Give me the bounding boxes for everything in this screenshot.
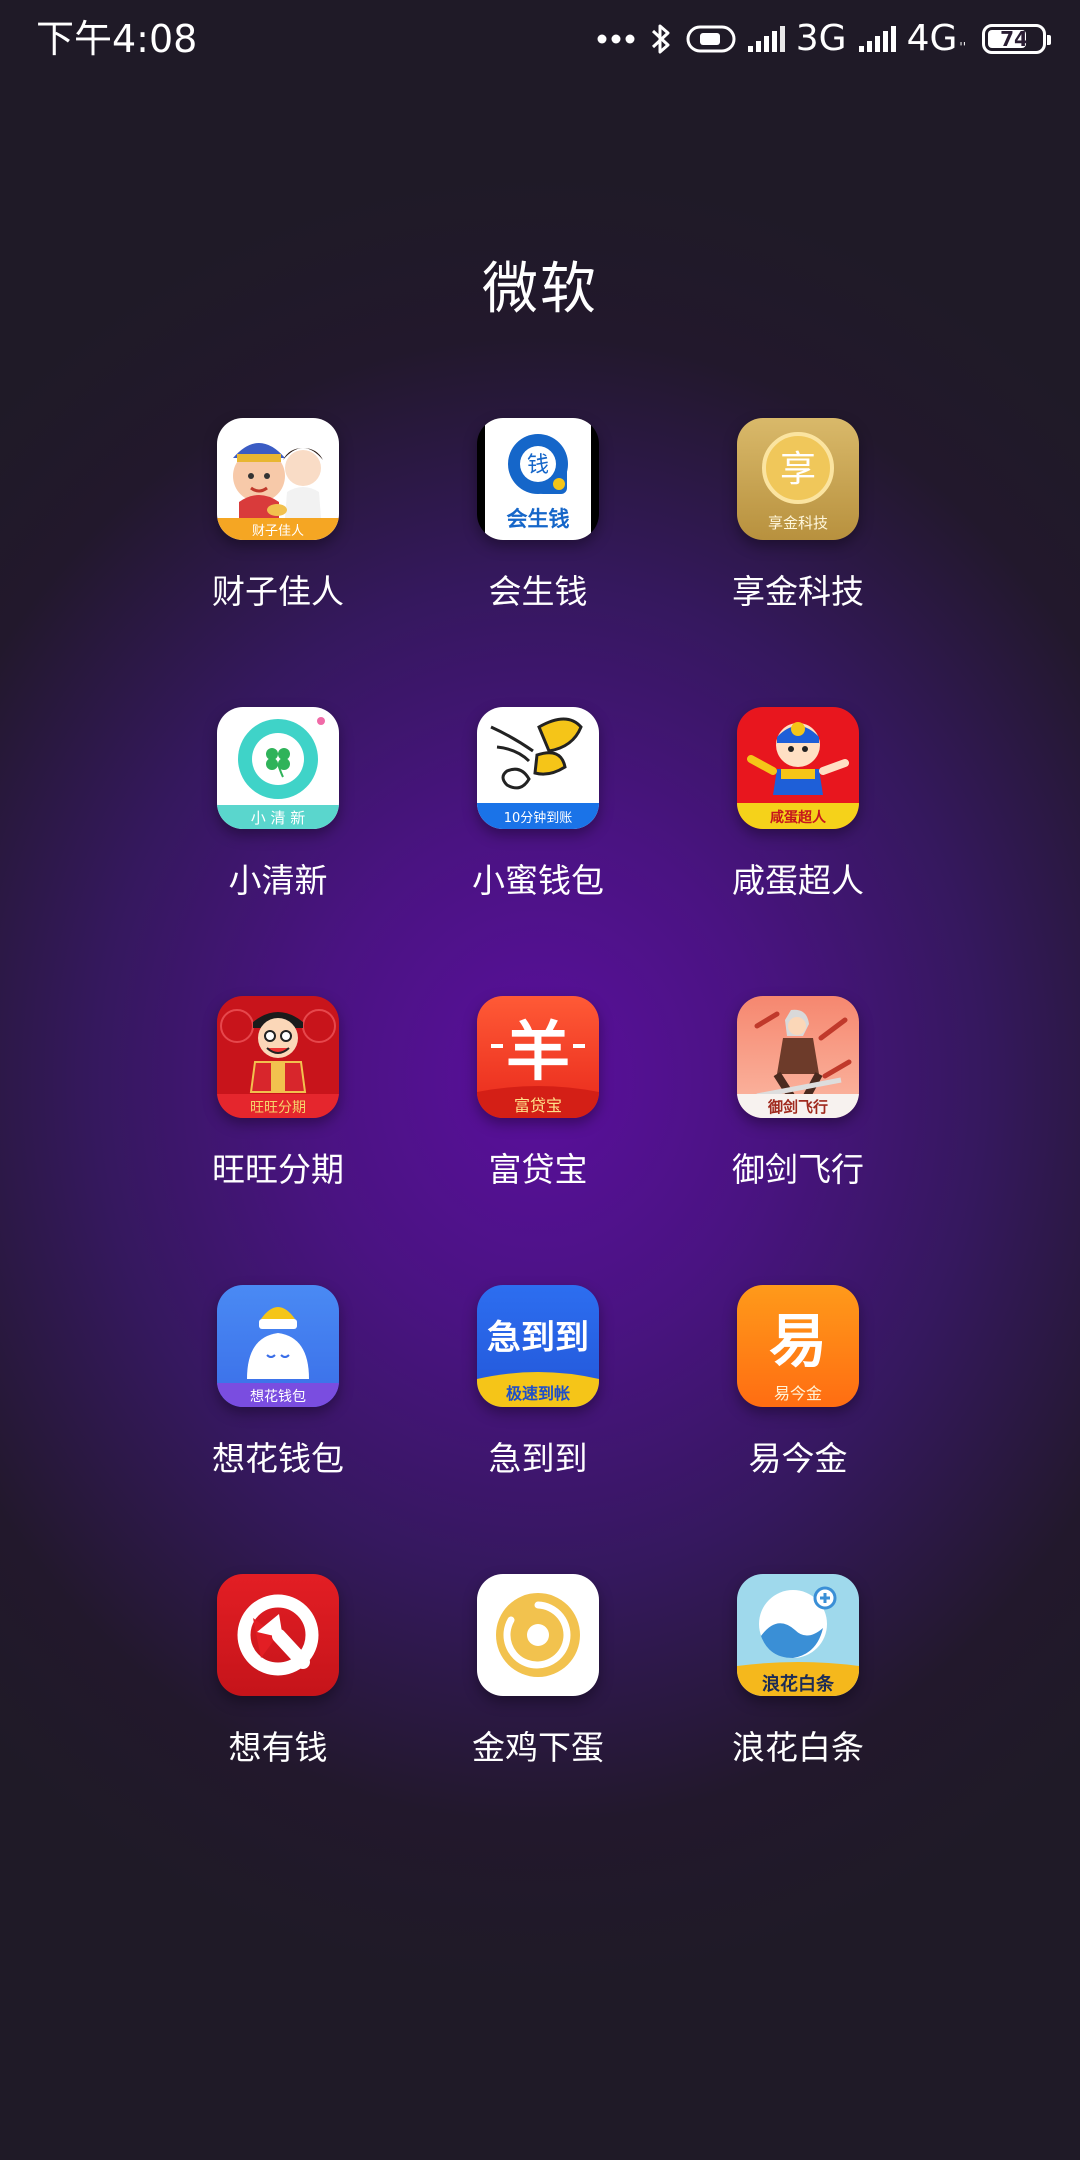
toggle-icon xyxy=(686,25,736,53)
battery-level-text: 74 xyxy=(1000,27,1028,51)
wangwang-fenqi-icon-text: 旺旺分期 xyxy=(250,1100,306,1116)
xiaomi-qianbao-app-icon[interactable]: 10分钟到账 xyxy=(477,707,599,829)
xiangjin-icon-text: 享金科技 xyxy=(768,514,828,532)
caizi-jiaren-app-icon[interactable]: 财子佳人 xyxy=(217,418,339,540)
jidaodao-icon-text: 急到到 xyxy=(487,1318,589,1358)
fudaibao-app-icon[interactable]: 羊 富贷宝 xyxy=(477,996,599,1118)
app-label: 想花钱包 xyxy=(212,1439,344,1478)
yijinjin-app-icon[interactable]: 易 易今金 xyxy=(737,1285,859,1407)
app-yijinjin[interactable]: 易 易今金 易今金 xyxy=(668,1285,928,1574)
jinji-xiadan-app-icon[interactable] xyxy=(477,1574,599,1696)
app-fudaibao[interactable]: 羊 富贷宝 富贷宝 xyxy=(408,996,668,1285)
huishengqian-icon-text: 会生钱 xyxy=(507,507,570,531)
xiaoqingxin-icon-text: 小 清 新 xyxy=(251,809,306,827)
app-jinji-xiadan[interactable]: 金鸡下蛋 xyxy=(408,1574,668,1863)
status-time: 下午4:08 xyxy=(36,17,198,61)
app-label: 浪花白条 xyxy=(732,1728,864,1767)
langhua-baitiao-icon-text: 浪花白条 xyxy=(762,1673,835,1695)
huishengqian-app-icon[interactable]: 钱 会生钱 xyxy=(477,418,599,540)
app-huishengqian[interactable]: 钱 会生钱 会生钱 xyxy=(408,418,668,707)
xiangyouqian-app-icon[interactable] xyxy=(217,1574,339,1696)
wangwang-fenqi-app-icon[interactable]: 旺旺分期 xyxy=(217,996,339,1118)
app-yujian-feixing[interactable]: 御剑飞行 御剑飞行 xyxy=(668,996,928,1285)
xianghua-qianbao-app-icon[interactable]: 想花钱包 xyxy=(217,1285,339,1407)
xiaoqingxin-app-icon[interactable]: 小 清 新 xyxy=(217,707,339,829)
yijinjin-icon-text: 易今金 xyxy=(774,1384,822,1403)
app-xiandan-chaoren[interactable]: 咸蛋超人 咸蛋超人 xyxy=(668,707,928,996)
langhua-baitiao-app-icon[interactable]: 浪花白条 xyxy=(737,1574,859,1696)
fudaibao-icon-char: 羊 xyxy=(506,1016,570,1090)
more-dots-icon xyxy=(597,34,635,44)
app-grid: 财子佳人 财子佳人 钱 会生钱 会生钱 享 享金科技 享金科技 小 清 新 小清… xyxy=(148,418,928,1863)
status-bar: 下午4:08 3G 4G '' 74 xyxy=(0,0,1080,80)
xiangjin-icon-char: 享 xyxy=(780,449,816,490)
xiandan-chaoren-icon-text: 咸蛋超人 xyxy=(770,809,827,826)
app-label: 易今金 xyxy=(748,1439,848,1478)
app-label: 享金科技 xyxy=(732,572,864,611)
bluetooth-icon xyxy=(651,24,670,54)
xianghua-qianbao-icon-text: 想花钱包 xyxy=(250,1389,306,1405)
app-caizi-jiaren[interactable]: 财子佳人 财子佳人 xyxy=(148,418,408,707)
yijinjin-icon-char: 易 xyxy=(769,1307,827,1375)
app-label: 财子佳人 xyxy=(212,572,344,611)
app-label: 小清新 xyxy=(228,861,328,900)
fudaibao-icon-text: 富贷宝 xyxy=(514,1096,562,1115)
app-xiaomi-qianbao[interactable]: 10分钟到账 小蜜钱包 xyxy=(408,707,668,996)
app-label: 咸蛋超人 xyxy=(732,861,864,900)
app-jidaodao[interactable]: 急到到 极速到帐 急到到 xyxy=(408,1285,668,1574)
app-xiaoqingxin[interactable]: 小 清 新 小清新 xyxy=(148,707,408,996)
network-3g-label: 3G xyxy=(795,18,847,59)
yujian-feixing-app-icon[interactable]: 御剑飞行 xyxy=(737,996,859,1118)
app-label: 富贷宝 xyxy=(488,1150,588,1189)
huishengqian-icon-char: 钱 xyxy=(527,453,549,478)
yujian-feixing-icon-text: 御剑飞行 xyxy=(767,1098,828,1116)
app-wangwang-fenqi[interactable]: 旺旺分期 旺旺分期 xyxy=(148,996,408,1285)
app-xianghua-qianbao[interactable]: 想花钱包 想花钱包 xyxy=(148,1285,408,1574)
signal-icon xyxy=(858,26,896,52)
network-4g-label: 4G xyxy=(906,18,958,59)
battery-nub xyxy=(1047,35,1051,45)
caizi-jiaren-icon-text: 财子佳人 xyxy=(252,524,304,539)
jidaodao-icon-subtext: 极速到帐 xyxy=(506,1384,570,1403)
app-label: 会生钱 xyxy=(488,572,588,611)
xiangjin-keji-app-icon[interactable]: 享 享金科技 xyxy=(737,418,859,540)
app-label: 急到到 xyxy=(488,1439,588,1478)
app-label: 御剑飞行 xyxy=(732,1150,864,1189)
app-langhua-baitiao[interactable]: 浪花白条 浪花白条 xyxy=(668,1574,928,1863)
signal-icon xyxy=(747,26,785,52)
jidaodao-app-icon[interactable]: 急到到 极速到帐 xyxy=(477,1285,599,1407)
app-label: 旺旺分期 xyxy=(212,1150,344,1189)
status-icons: 3G 4G '' 74 xyxy=(596,14,1051,64)
app-label: 小蜜钱包 xyxy=(472,861,604,900)
app-xiangyouqian[interactable]: 想有钱 xyxy=(148,1574,408,1863)
app-xiangjin-keji[interactable]: 享 享金科技 享金科技 xyxy=(668,418,928,707)
xiandan-chaoren-app-icon[interactable]: 咸蛋超人 xyxy=(737,707,859,829)
folder-title[interactable]: 微软 xyxy=(0,252,1080,328)
battery-icon: 74 xyxy=(982,24,1051,54)
app-label: 想有钱 xyxy=(228,1728,328,1767)
network-activity-indicator: '' xyxy=(959,40,966,54)
app-label: 金鸡下蛋 xyxy=(472,1728,604,1767)
xiaomi-qianbao-icon-text: 10分钟到账 xyxy=(504,810,573,826)
